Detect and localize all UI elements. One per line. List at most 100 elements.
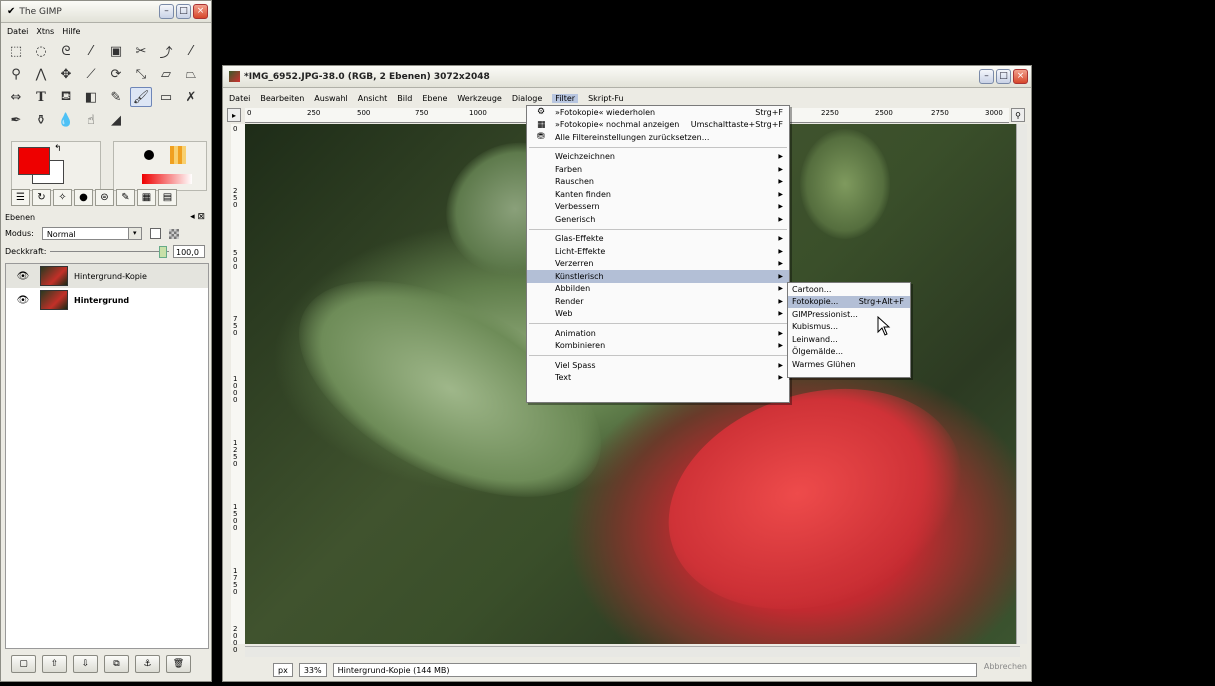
menu-item-fotokopie[interactable]: Fotokopie... Strg+Alt+F — [788, 295, 910, 308]
image-menu-button[interactable]: ▸ — [227, 108, 241, 122]
menu-item-reset-filters[interactable]: ⛃ Alle Filtereinstellungen zurücksetzen.… — [527, 131, 789, 144]
move-icon[interactable]: ✥ — [55, 64, 77, 84]
minimize-button[interactable]: – — [979, 69, 994, 84]
anchor-layer-icon[interactable]: ⚓ — [135, 655, 160, 673]
blur-icon[interactable]: 💧 — [55, 110, 77, 130]
duplicate-layer-icon[interactable]: ⧉ — [104, 655, 129, 673]
vertical-scrollbar[interactable] — [1016, 124, 1027, 644]
paths-tab-icon[interactable]: ✧ — [53, 189, 72, 206]
menu-item-text[interactable]: Text ▶ — [527, 372, 789, 385]
layer-row-hintergrund[interactable]: 👁 Hintergrund — [6, 288, 208, 312]
eye-icon[interactable]: 👁 — [12, 295, 34, 306]
new-layer-icon[interactable]: ▢ — [11, 655, 36, 673]
scale-icon[interactable]: ⤡ — [130, 64, 152, 84]
eraser-icon[interactable]: ▭ — [155, 87, 177, 107]
bucket-fill-icon[interactable]: ⛾ — [55, 87, 77, 107]
ellipse-select-icon[interactable]: ◌ — [30, 41, 52, 61]
opacity-slider[interactable] — [50, 246, 169, 258]
images-tab-icon[interactable]: ▦ — [137, 189, 156, 206]
menu-item-verbessern[interactable]: Verbessern ▶ — [527, 201, 789, 214]
smudge-icon[interactable]: ☝ — [80, 110, 102, 130]
menu-werkzeuge[interactable]: Werkzeuge — [457, 94, 501, 103]
menu-item-rauschen[interactable]: Rauschen ▶ — [527, 176, 789, 189]
menu-datei[interactable]: Datei — [229, 94, 250, 103]
delete-layer-icon[interactable]: 🗑 — [166, 655, 191, 673]
close-button[interactable]: × — [193, 4, 208, 19]
cancel-button[interactable]: Abbrechen — [983, 662, 1027, 678]
menu-item-reshow-filter[interactable]: ▦ »Fotokopie« nochmal anzeigen Umschaltt… — [527, 119, 789, 132]
select-by-color-icon[interactable]: ▣ — [105, 41, 127, 61]
menu-item-viel-spass[interactable]: Viel Spass ▶ — [527, 359, 789, 372]
maximize-button[interactable]: □ — [176, 4, 191, 19]
brush-pattern-gradient-box[interactable] — [113, 141, 207, 191]
menu-item-repeat-filter[interactable]: ⚙ »Fotokopie« wiederholen Strg+F — [527, 106, 789, 119]
chevron-down-icon[interactable]: ▾ — [127, 228, 141, 239]
menu-ansicht[interactable]: Ansicht — [358, 94, 388, 103]
ink-icon[interactable]: ✒ — [5, 110, 27, 130]
menu-item-render[interactable]: Render ▶ — [527, 295, 789, 308]
undo-tab-icon[interactable]: ⊜ — [95, 189, 114, 206]
swap-colors-icon[interactable]: ↰ — [54, 144, 62, 154]
image-titlebar[interactable]: *IMG_6952.JPG-38.0 (RGB, 2 Ebenen) 3072x… — [223, 66, 1031, 88]
magic-wand-icon[interactable]: ⁄ — [80, 41, 102, 61]
color-picker-icon[interactable]: ⁄ — [180, 41, 202, 61]
paths-icon[interactable]: ⤴ — [155, 41, 177, 61]
menu-item-warmes-gluehen[interactable]: Warmes Glühen — [788, 358, 910, 371]
menu-item-kubismus[interactable]: Kubismus... — [788, 321, 910, 334]
paintbrush-icon[interactable]: 🖌 — [130, 87, 152, 107]
foreground-color[interactable] — [18, 147, 50, 175]
blend-icon[interactable]: ◧ — [80, 87, 102, 107]
menu-datei[interactable]: Datei — [7, 27, 28, 36]
shear-icon[interactable]: ▱ — [155, 64, 177, 84]
pencil-icon[interactable]: ✎ — [105, 87, 127, 107]
menu-item-web[interactable]: Web ▶ — [527, 308, 789, 321]
eye-icon[interactable]: 👁 — [12, 271, 34, 282]
menu-item-farben[interactable]: Farben ▶ — [527, 163, 789, 176]
preserve-transparency-checkbox[interactable] — [149, 228, 161, 239]
menu-item-licht-effekte[interactable]: Licht-Effekte ▶ — [527, 245, 789, 258]
pattern-preview[interactable] — [170, 146, 186, 164]
menu-item-kuenstlerisch[interactable]: Künstlerisch ▶ — [527, 270, 789, 283]
clone-icon[interactable]: ⚱ — [30, 110, 52, 130]
display-tab-icon[interactable]: ▤ — [158, 189, 177, 206]
menu-filter[interactable]: Filter — [552, 93, 579, 103]
rotate-icon[interactable]: ⟳ — [105, 64, 127, 84]
gradient-preview[interactable] — [142, 174, 192, 184]
channels-tab-icon[interactable]: ↻ — [32, 189, 51, 206]
opacity-spinbox[interactable]: 100,0 — [173, 245, 205, 258]
slider-handle[interactable] — [159, 246, 167, 258]
menu-item-glas-effekte[interactable]: Glas-Effekte ▶ — [527, 233, 789, 246]
menu-item-kombinieren[interactable]: Kombinieren ▶ — [527, 340, 789, 353]
close-button[interactable]: × — [1013, 69, 1028, 84]
menu-item-kanten-finden[interactable]: Kanten finden ▶ — [527, 188, 789, 201]
menu-item-oelgemaelde[interactable]: Ölgemälde... — [788, 346, 910, 359]
zoom-icon[interactable]: ⚲ — [5, 64, 27, 84]
dodge-burn-icon[interactable]: ◢ — [105, 110, 127, 130]
menu-bild[interactable]: Bild — [397, 94, 412, 103]
menu-ebene[interactable]: Ebene — [422, 94, 447, 103]
zoom-select[interactable]: 33% — [298, 663, 327, 677]
menu-item-animation[interactable]: Animation ▶ — [527, 327, 789, 340]
menu-skript-fu[interactable]: Skript-Fu — [588, 94, 624, 103]
menu-hilfe[interactable]: Hilfe — [62, 27, 80, 36]
menu-item-cartoon[interactable]: Cartoon... — [788, 283, 910, 296]
menu-item-abbilden[interactable]: Abbilden ▶ — [527, 283, 789, 296]
lower-layer-icon[interactable]: ⇩ — [73, 655, 98, 673]
menu-dialoge[interactable]: Dialoge — [512, 94, 542, 103]
mode-select[interactable]: Normal ▾ — [41, 227, 142, 240]
horizontal-scrollbar[interactable] — [245, 646, 1020, 657]
minimize-button[interactable]: – — [159, 4, 174, 19]
text-icon[interactable]: T — [30, 87, 52, 107]
layers-tab-icon[interactable]: ☰ — [11, 189, 30, 206]
tool-options-tab-icon[interactable]: ✎ — [116, 189, 135, 206]
rect-select-icon[interactable]: ⬚ — [5, 41, 27, 61]
layer-row-hintergrund-kopie[interactable]: 👁 Hintergrund-Kopie — [6, 264, 208, 288]
menu-auswahl[interactable]: Auswahl — [314, 94, 347, 103]
menu-item-verzerren[interactable]: Verzerren ▶ — [527, 258, 789, 271]
toolbox-titlebar[interactable]: ✔ The GIMP – □ × — [1, 1, 211, 23]
measure-icon[interactable]: ⋀ — [30, 64, 52, 84]
fg-bg-color-swatch[interactable]: ↰ — [11, 141, 101, 191]
unit-select[interactable]: px — [273, 663, 293, 677]
panel-menu-icons[interactable]: ◂ ⊠ — [190, 212, 205, 222]
scissors-icon[interactable]: ✂ — [130, 41, 152, 61]
